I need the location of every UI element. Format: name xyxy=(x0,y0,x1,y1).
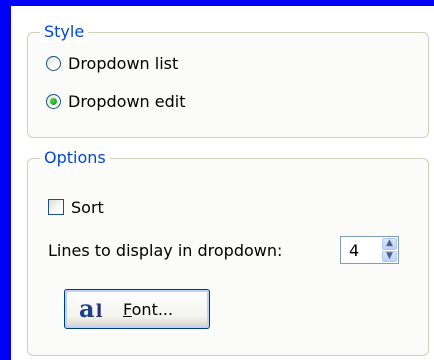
spin-buttons: ▲ ▼ xyxy=(382,237,398,263)
font-button-label: Font... xyxy=(123,299,174,319)
sort-label: Sort xyxy=(71,197,104,217)
radio-dropdown-edit-label: Dropdown edit xyxy=(68,91,186,111)
arrow-down-icon: ▼ xyxy=(386,250,393,261)
lines-spinbox[interactable]: ▲ ▼ xyxy=(340,236,399,264)
sort-checkbox[interactable] xyxy=(48,199,64,215)
font-icon: al xyxy=(79,294,103,323)
font-button[interactable]: al Font... xyxy=(64,289,210,329)
spin-up-button[interactable]: ▲ xyxy=(382,238,397,250)
radio-dropdown-list-label: Dropdown list xyxy=(68,53,179,73)
sort-checkbox-row[interactable]: Sort xyxy=(48,195,104,219)
spin-down-button[interactable]: ▼ xyxy=(382,250,397,262)
lines-value-input[interactable] xyxy=(341,237,382,263)
radio-dropdown-list[interactable]: Dropdown list xyxy=(46,51,178,75)
dialog-panel: Style Dropdown list Dropdown edit Option… xyxy=(11,6,434,360)
style-group-title: Style xyxy=(40,21,89,43)
options-groupbox: Options Sort Lines to display in dropdow… xyxy=(27,147,429,356)
radio-button-unselected[interactable] xyxy=(46,55,61,71)
options-group-title: Options xyxy=(40,147,110,169)
style-groupbox: Style Dropdown list Dropdown edit xyxy=(27,21,429,138)
lines-to-display-label: Lines to display in dropdown: xyxy=(48,241,283,260)
radio-dropdown-edit[interactable]: Dropdown edit xyxy=(46,89,185,113)
radio-selected-dot xyxy=(50,97,57,105)
arrow-up-icon: ▲ xyxy=(386,238,393,249)
radio-button-selected[interactable] xyxy=(46,93,61,109)
